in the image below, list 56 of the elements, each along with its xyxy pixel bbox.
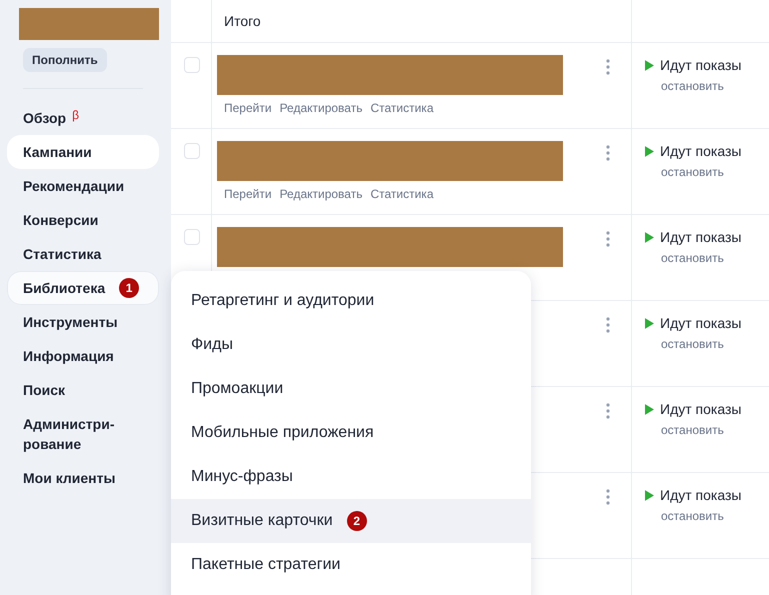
nav-item[interactable]: Мои клиенты [7, 461, 159, 495]
nav-item[interactable]: Статистика [7, 237, 159, 271]
stop-link[interactable]: остановить [661, 79, 724, 93]
more-icon[interactable] [606, 403, 610, 419]
play-icon [645, 318, 654, 328]
play-icon [645, 60, 654, 70]
status-text: Идут показы [660, 229, 742, 245]
count-badge: 1 [119, 278, 140, 298]
menu-item[interactable]: Ретаргетинг и аудитории [171, 279, 531, 323]
menu-item[interactable]: Промоакции [171, 367, 531, 411]
stop-link[interactable]: остановить [661, 165, 724, 179]
menu-item[interactable]: Фиды [171, 323, 531, 367]
status-text: Идут показы [660, 315, 742, 331]
status-text: Идут показы [660, 401, 742, 417]
beta-mark: β [72, 107, 79, 124]
row-link[interactable]: Перейти [224, 187, 272, 201]
more-icon[interactable] [606, 489, 610, 505]
row-link[interactable]: Перейти [224, 101, 272, 115]
menu-item[interactable]: Пакетные стратегии [171, 543, 531, 587]
more-icon[interactable] [606, 231, 610, 247]
topup-button[interactable]: Пополнить [23, 48, 107, 72]
checkbox[interactable] [184, 57, 200, 73]
count-badge: 2 [346, 511, 367, 531]
more-icon[interactable] [606, 59, 610, 75]
nav-item[interactable]: Конверсии [7, 203, 159, 237]
stop-link[interactable]: остановить [661, 423, 724, 437]
checkbox[interactable] [184, 229, 200, 245]
total-label: Итого [224, 13, 261, 29]
play-icon [645, 490, 654, 500]
status-text: Идут показы [660, 487, 742, 503]
play-icon [645, 146, 654, 156]
nav-item[interactable]: Поиск [7, 373, 159, 407]
more-icon[interactable] [606, 317, 610, 333]
menu-item[interactable]: Мобильные приложения [171, 411, 531, 455]
nav-item[interactable]: Библиотека 1 [7, 271, 159, 305]
play-icon [645, 404, 654, 414]
checkbox[interactable] [184, 143, 200, 159]
stop-link[interactable]: остановить [661, 509, 724, 523]
stop-link[interactable]: остановить [661, 337, 724, 351]
more-icon[interactable] [606, 145, 610, 161]
menu-item[interactable]: Визитные карточки 2 [171, 499, 531, 543]
nav-item[interactable]: Администри- рование [7, 407, 159, 461]
row-link[interactable]: Статистика [370, 101, 434, 115]
nav-item[interactable]: Кампании [7, 135, 159, 169]
status-text: Идут показы [660, 57, 742, 73]
nav-item[interactable]: Рекомендации [7, 169, 159, 203]
nav-item[interactable]: Инструменты [7, 305, 159, 339]
play-icon [645, 232, 654, 242]
nav-item[interactable]: Обзор $^{β}$ [7, 101, 159, 135]
menu-item[interactable]: Минус-фразы [171, 455, 531, 499]
stop-link[interactable]: остановить [661, 251, 724, 265]
nav-item[interactable]: Информация [7, 339, 159, 373]
status-text: Идут показы [660, 143, 742, 159]
row-link[interactable]: Статистика [370, 187, 434, 201]
row-link[interactable]: Редактировать [280, 187, 362, 201]
row-link[interactable]: Редактировать [280, 101, 362, 115]
